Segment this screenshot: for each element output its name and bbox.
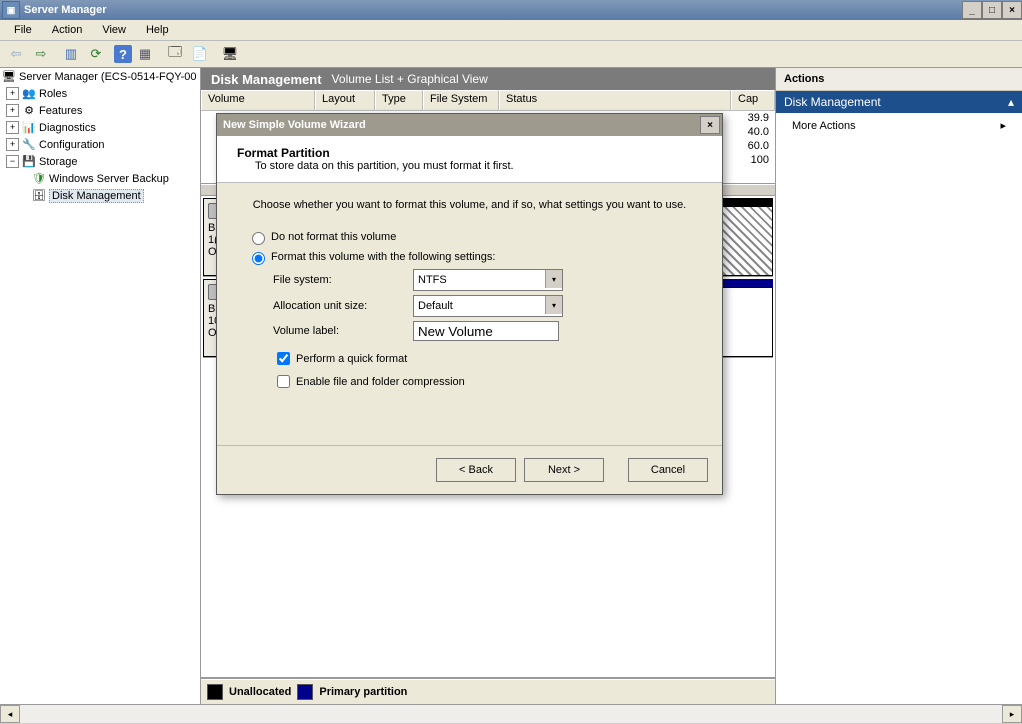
tree-root[interactable]: 🖥 Server Manager (ECS-0514-FQY-00	[0, 68, 200, 85]
chevron-down-icon[interactable]: ▾	[545, 296, 562, 314]
wizard-header: Format Partition To store data on this p…	[217, 136, 722, 183]
close-button[interactable]: ×	[1002, 1, 1022, 19]
expand-icon[interactable]: +	[6, 104, 19, 117]
menu-file[interactable]: File	[4, 22, 42, 38]
legend-primary-sq	[297, 684, 313, 700]
actions-pane: Actions Disk Management ▴ More Actions ▸	[776, 68, 1022, 704]
toolbar-icon-4[interactable]: 🗔	[163, 42, 187, 66]
checkbox-compression[interactable]	[277, 375, 290, 388]
col-layout[interactable]: Layout	[315, 90, 375, 110]
collapse-icon[interactable]: −	[6, 155, 19, 168]
col-cap[interactable]: Cap	[731, 90, 775, 110]
label-allocation: Allocation unit size:	[273, 300, 413, 312]
expand-icon[interactable]: +	[6, 87, 19, 100]
expand-icon[interactable]: +	[6, 121, 19, 134]
server-icon: 🖥	[2, 70, 16, 84]
toolbar-refresh-icon[interactable]: ⟳	[84, 42, 108, 66]
chevron-right-icon: ▸	[1000, 119, 1006, 132]
tree-disk-management[interactable]: 🗄 Disk Management	[0, 187, 200, 204]
nav-tree: 🖥 Server Manager (ECS-0514-FQY-00 + 👥 Ro…	[0, 68, 201, 704]
legend-primary: Primary partition	[319, 686, 407, 698]
checkbox-quick-format[interactable]	[277, 352, 290, 365]
legend-unallocated: Unallocated	[229, 686, 291, 698]
new-simple-volume-wizard: New Simple Volume Wizard × Format Partit…	[216, 113, 723, 495]
menu-view[interactable]: View	[92, 22, 136, 38]
maximize-button[interactable]: □	[982, 1, 1002, 19]
more-actions[interactable]: More Actions ▸	[776, 113, 1022, 138]
wizard-choose: Choose whether you want to format this v…	[247, 199, 692, 211]
toolbar-icon-5[interactable]: 📄	[188, 42, 212, 66]
wizard-close-button[interactable]: ×	[700, 116, 720, 134]
chevron-up-icon: ▴	[1008, 95, 1014, 109]
actions-section[interactable]: Disk Management ▴	[776, 91, 1022, 113]
menu-action[interactable]: Action	[42, 22, 93, 38]
legend-unallocated-sq	[207, 684, 223, 700]
features-icon: ⚙	[22, 104, 36, 118]
label-filesystem: File system:	[273, 274, 413, 286]
wizard-heading: Format Partition	[237, 146, 330, 160]
disk-icon: 🗄	[32, 189, 46, 203]
chevron-down-icon[interactable]: ▾	[545, 270, 562, 288]
menu-bar: File Action View Help	[0, 20, 1022, 41]
actions-header: Actions	[776, 68, 1022, 91]
radio-noformat[interactable]	[252, 232, 265, 245]
help-icon[interactable]: ?	[114, 45, 132, 63]
cap-value: 40.0	[733, 125, 775, 139]
col-volume[interactable]: Volume	[201, 90, 315, 110]
opt-format-row[interactable]: Format this volume with the following se…	[247, 249, 692, 265]
app-icon: ▣	[2, 1, 20, 19]
legend: Unallocated Primary partition	[201, 679, 775, 704]
radio-format[interactable]	[252, 252, 265, 265]
backup-icon: 🛡	[32, 172, 46, 186]
wizard-titlebar[interactable]: New Simple Volume Wizard ×	[217, 114, 722, 136]
cap-value: 39.9	[733, 111, 775, 125]
toolbar-icon-6[interactable]: 🖥	[218, 42, 242, 66]
label-volume: Volume label:	[273, 325, 413, 337]
menu-help[interactable]: Help	[136, 22, 179, 38]
wizard-body: Choose whether you want to format this v…	[217, 183, 722, 403]
hscrollbar[interactable]: ◂ ▸	[0, 704, 1022, 723]
wizard-buttons: < Back Next > Cancel	[217, 445, 722, 494]
content-subtitle: Volume List + Graphical View	[332, 72, 488, 86]
scroll-left-icon[interactable]: ◂	[0, 705, 20, 723]
storage-icon: 💾	[22, 155, 36, 169]
next-button[interactable]: Next >	[524, 458, 604, 482]
forward-icon[interactable]: ⇨	[29, 42, 53, 66]
wizard-sub: To store data on this partition, you mus…	[237, 160, 514, 172]
opt-noformat-row[interactable]: Do not format this volume	[247, 229, 692, 245]
toolbar: ⇦ ⇨ ▥ ⟳ ? ▦ 🗔 📄 🖥	[0, 41, 1022, 68]
configuration-icon: 🔧	[22, 138, 36, 152]
scroll-track[interactable]	[20, 705, 1002, 723]
select-filesystem[interactable]: NTFS ▾	[413, 269, 563, 291]
roles-icon: 👥	[22, 87, 36, 101]
tree-diagnostics[interactable]: + 📊 Diagnostics	[0, 119, 200, 136]
expand-icon[interactable]: +	[6, 138, 19, 151]
tree-storage[interactable]: − 💾 Storage	[0, 153, 200, 170]
col-fs[interactable]: File System	[423, 90, 499, 110]
select-allocation[interactable]: Default ▾	[413, 295, 563, 317]
app-titlebar: ▣ Server Manager _ □ ×	[0, 0, 1022, 20]
input-volume-label[interactable]	[413, 321, 559, 341]
col-type[interactable]: Type	[375, 90, 423, 110]
toolbar-icon-1[interactable]: ▥	[59, 42, 83, 66]
back-icon[interactable]: ⇦	[4, 42, 28, 66]
tree-features[interactable]: + ⚙ Features	[0, 102, 200, 119]
cap-value: 60.0	[733, 139, 775, 153]
col-status[interactable]: Status	[499, 90, 731, 110]
minimize-button[interactable]: _	[962, 1, 982, 19]
volume-columns: Volume Layout Type File System Status Ca…	[201, 90, 775, 111]
cancel-button[interactable]: Cancel	[628, 458, 708, 482]
cap-value: 100	[733, 153, 775, 167]
content-header: Disk Management Volume List + Graphical …	[201, 68, 775, 90]
app-title: Server Manager	[24, 4, 107, 16]
tree-configuration[interactable]: + 🔧 Configuration	[0, 136, 200, 153]
back-button[interactable]: < Back	[436, 458, 516, 482]
toolbar-icon-3[interactable]: ▦	[133, 42, 157, 66]
diagnostics-icon: 📊	[22, 121, 36, 135]
scroll-right-icon[interactable]: ▸	[1002, 705, 1022, 723]
content-title: Disk Management	[201, 72, 332, 87]
tree-wsb[interactable]: 🛡 Windows Server Backup	[0, 170, 200, 187]
tree-roles[interactable]: + 👥 Roles	[0, 85, 200, 102]
